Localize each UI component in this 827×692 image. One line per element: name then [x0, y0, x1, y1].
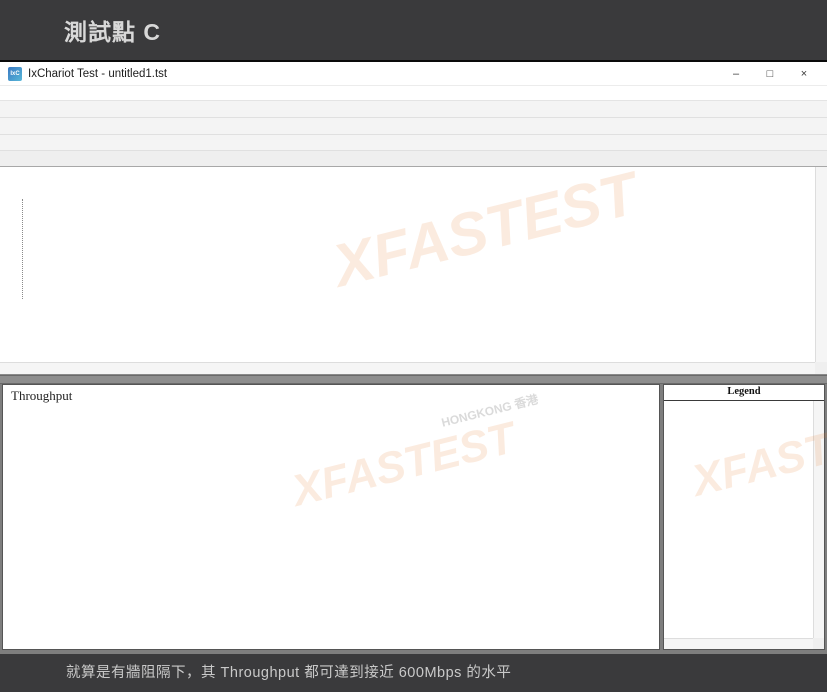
window-controls: – □ × — [719, 63, 821, 85]
legend-title: Legend — [664, 385, 824, 401]
throughput-chart-pane: Throughput — [2, 384, 660, 650]
scrollbar-corner — [815, 362, 827, 374]
bottom-panes: Throughput Legend — [0, 384, 827, 654]
pane-splitter[interactable] — [0, 375, 827, 384]
close-button[interactable]: × — [787, 63, 821, 85]
throughput-chart — [3, 385, 659, 649]
toolbar-groups — [0, 135, 827, 151]
table-body — [0, 191, 815, 362]
app-window: IxC IxChariot Test - untitled1.tst – □ ×… — [0, 60, 827, 654]
title-bar: IxC IxChariot Test - untitled1.tst – □ × — [0, 62, 827, 86]
app-icon: IxC — [8, 66, 22, 81]
table-horizontal-scrollbar[interactable] — [0, 362, 815, 374]
window-title: IxChariot Test - untitled1.tst — [28, 67, 168, 80]
legend-body — [664, 401, 813, 638]
toolbar-pairs — [0, 118, 827, 135]
legend-pane: Legend — [663, 384, 825, 650]
toolbar-standard — [0, 101, 827, 118]
legend-vertical-scrollbar[interactable] — [813, 401, 824, 638]
menu-bar — [0, 86, 827, 101]
table-header-row — [0, 167, 815, 191]
chart-title: Throughput — [11, 388, 73, 403]
maximize-button[interactable]: □ — [753, 63, 787, 85]
legend-scrollbar-corner — [813, 638, 824, 649]
caption-text: 就算是有牆阻隔下，其 Throughput 都可達到接近 600Mbps 的水平 — [66, 665, 512, 681]
legend-horizontal-scrollbar[interactable] — [664, 638, 813, 649]
page-background: 測試點 C IxC IxChariot Test - untitled1.tst… — [0, 0, 827, 692]
results-tab-bar — [0, 151, 827, 167]
minimize-button[interactable]: – — [719, 63, 753, 85]
page-title: 測試點 C — [64, 19, 161, 45]
results-table-pane — [0, 167, 827, 375]
table-vertical-scrollbar[interactable] — [815, 167, 827, 362]
